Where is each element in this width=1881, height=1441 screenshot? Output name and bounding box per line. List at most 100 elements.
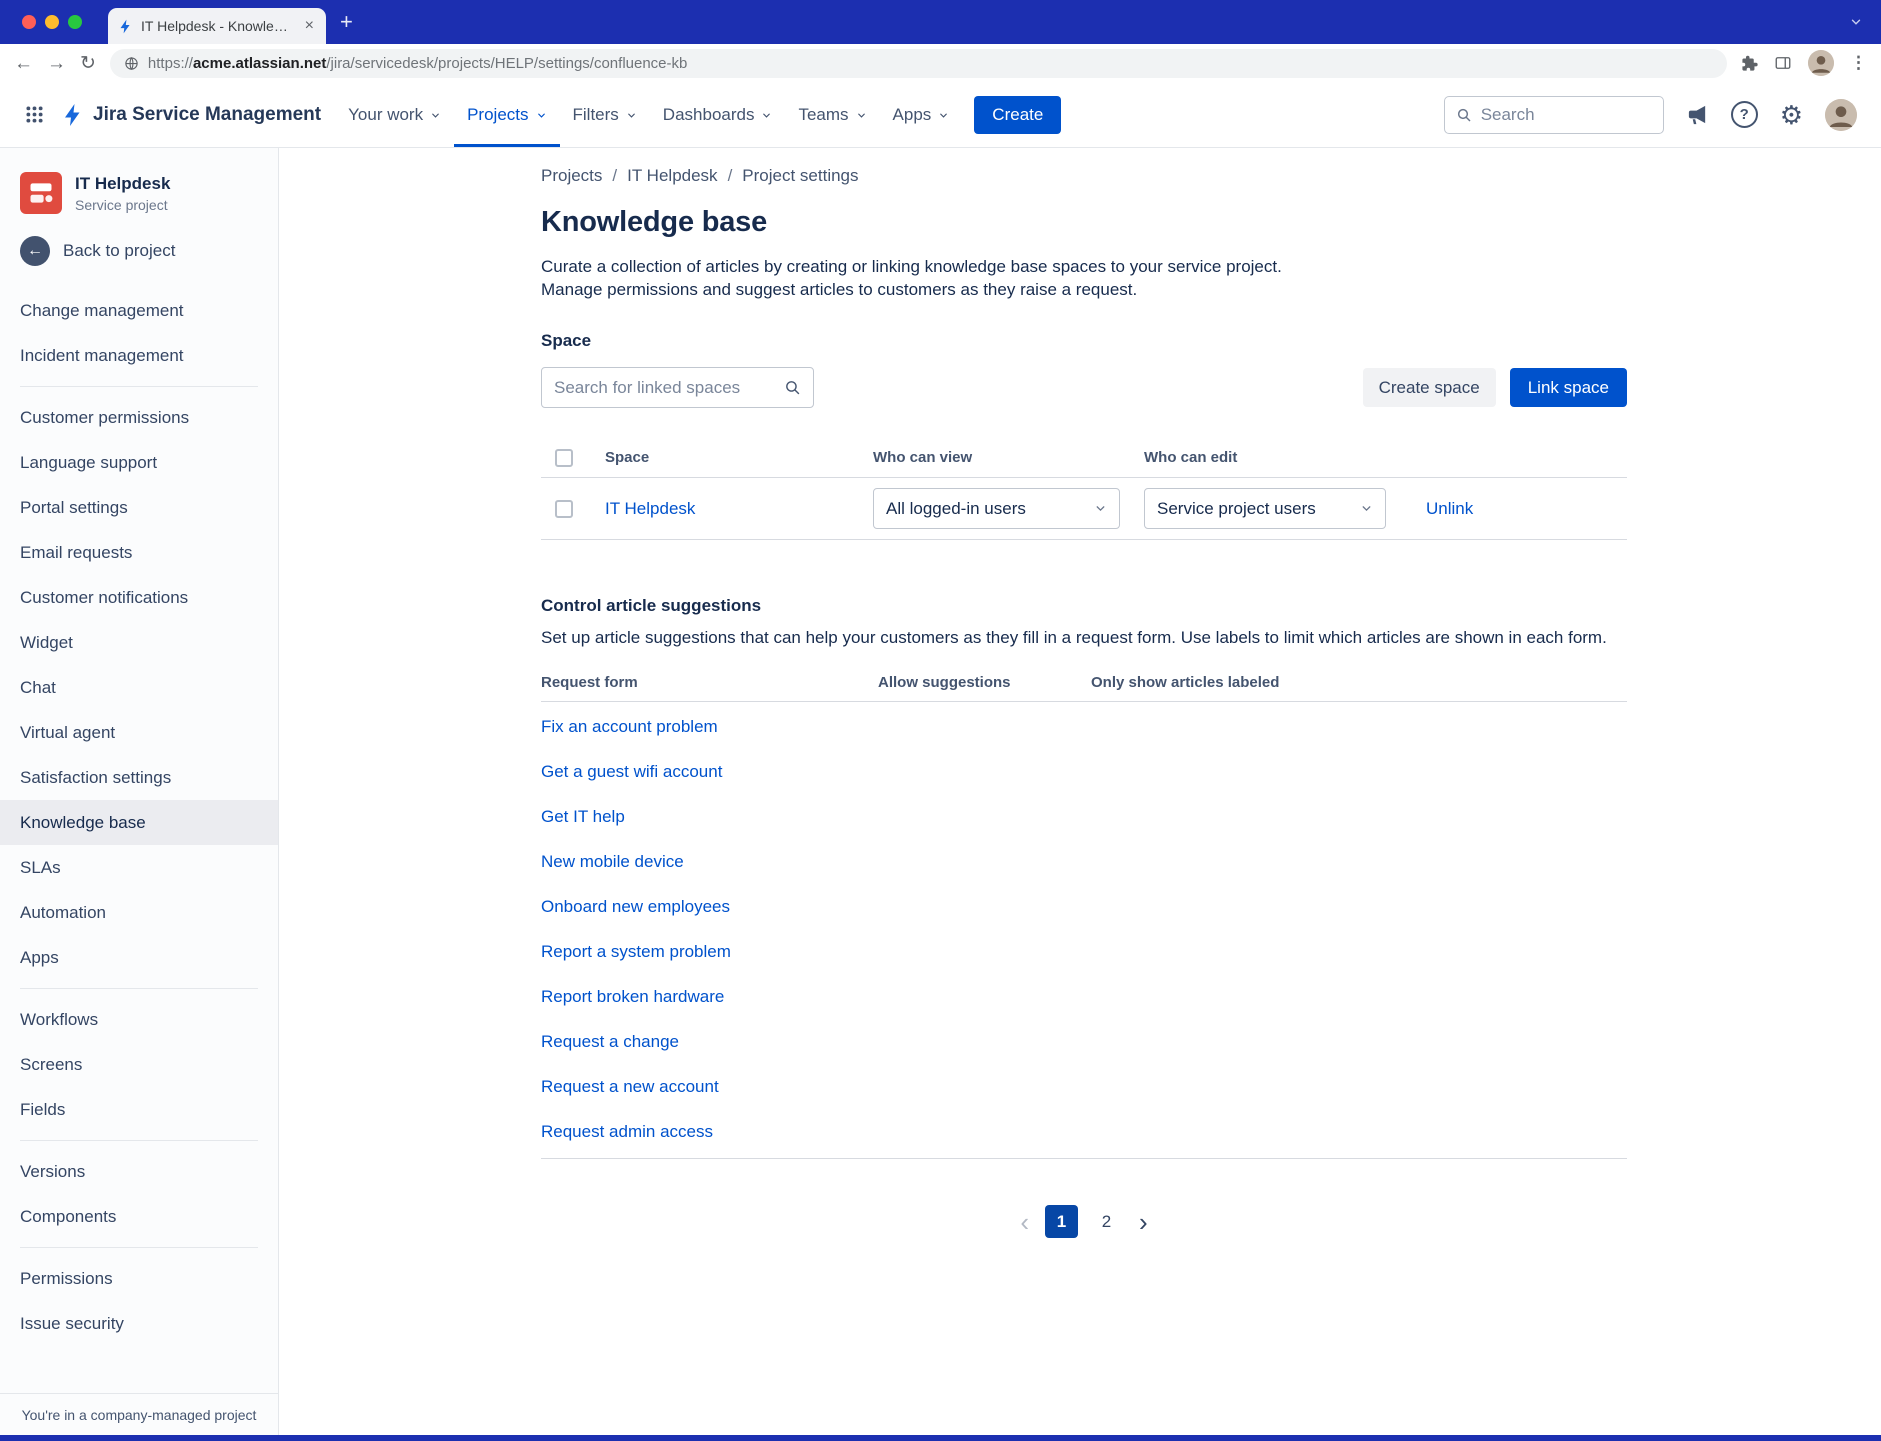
sidebar-item-widget[interactable]: Widget: [0, 620, 278, 665]
back-to-project-label: Back to project: [63, 241, 175, 261]
project-type: Service project: [75, 197, 170, 213]
create-space-button[interactable]: Create space: [1363, 368, 1496, 407]
tab-close-icon[interactable]: ×: [303, 18, 316, 34]
tab-search-chevron-icon[interactable]: [1849, 15, 1863, 29]
project-sidebar: IT Helpdesk Service project ← Back to pr…: [0, 148, 279, 1435]
page-2-button[interactable]: 2: [1090, 1205, 1123, 1238]
sidebar-item-knowledge-base[interactable]: Knowledge base: [0, 800, 278, 845]
linked-spaces-search[interactable]: [541, 367, 814, 408]
browser-forward-button[interactable]: →: [47, 54, 66, 73]
linked-spaces-search-input[interactable]: [554, 378, 776, 398]
sidebar-item-screens[interactable]: Screens: [0, 1042, 278, 1087]
sidebar-item-slas[interactable]: SLAs: [0, 845, 278, 890]
nav-filters[interactable]: Filters: [560, 82, 650, 147]
sidebar-item-customer-permissions[interactable]: Customer permissions: [0, 395, 278, 440]
suggestion-row: Fix an account problem ✓: [541, 704, 1627, 749]
browser-reload-button[interactable]: ↻: [80, 54, 96, 73]
create-button[interactable]: Create: [974, 96, 1061, 134]
request-form-link[interactable]: Get a guest wifi account: [541, 762, 722, 781]
request-form-link[interactable]: Report a system problem: [541, 942, 731, 961]
link-space-button[interactable]: Link space: [1510, 368, 1627, 407]
sidebar-item-issue-security[interactable]: Issue security: [0, 1301, 278, 1346]
request-form-link[interactable]: New mobile device: [541, 852, 684, 871]
sidebar-divider: [20, 988, 258, 989]
column-who-can-edit: Who can edit: [1144, 449, 1426, 466]
extension-icon[interactable]: [1741, 55, 1758, 72]
sidebar-item-chat[interactable]: Chat: [0, 665, 278, 710]
back-to-project[interactable]: ← Back to project: [0, 228, 278, 280]
user-avatar[interactable]: [1825, 99, 1857, 131]
browser-tab[interactable]: IT Helpdesk - Knowledge base ×: [108, 8, 326, 44]
window-zoom-button[interactable]: [68, 15, 82, 29]
sidebar-item-components[interactable]: Components: [0, 1194, 278, 1239]
suggestion-row: Get IT help ✓: [541, 794, 1627, 839]
sidebar-item-satisfaction-settings[interactable]: Satisfaction settings: [0, 755, 278, 800]
space-link[interactable]: IT Helpdesk: [605, 499, 695, 518]
search-icon: [784, 379, 801, 396]
sidebar-item-versions[interactable]: Versions: [0, 1149, 278, 1194]
who-can-edit-select[interactable]: Service project users: [1144, 488, 1386, 529]
breadcrumb-it-helpdesk[interactable]: IT Helpdesk: [627, 166, 717, 186]
browser-tab-strip: IT Helpdesk - Knowledge base × +: [0, 0, 1881, 44]
sidebar-item-change-management[interactable]: Change management: [0, 288, 278, 333]
sidebar-item-incident-management[interactable]: Incident management: [0, 333, 278, 378]
jira-logo[interactable]: Jira Service Management: [61, 103, 321, 127]
unlink-button[interactable]: Unlink: [1426, 499, 1627, 519]
site-info-icon[interactable]: [124, 56, 139, 71]
request-form-link[interactable]: Report broken hardware: [541, 987, 724, 1006]
sidebar-item-email-requests[interactable]: Email requests: [0, 530, 278, 575]
column-space: Space: [593, 449, 873, 466]
browser-back-button[interactable]: ←: [14, 54, 33, 73]
who-can-view-select[interactable]: All logged-in users: [873, 488, 1120, 529]
announcement-icon[interactable]: [1686, 103, 1709, 126]
window-close-button[interactable]: [22, 15, 36, 29]
sidebar-item-fields[interactable]: Fields: [0, 1087, 278, 1132]
request-form-link[interactable]: Request admin access: [541, 1122, 713, 1141]
gear-icon[interactable]: ⚙: [1780, 102, 1803, 128]
column-request-form: Request form: [541, 674, 878, 691]
breadcrumb-project-settings[interactable]: Project settings: [742, 166, 858, 186]
request-form-link[interactable]: Fix an account problem: [541, 717, 718, 736]
sidebar-item-portal-settings[interactable]: Portal settings: [0, 485, 278, 530]
nav-apps[interactable]: Apps: [880, 82, 963, 147]
new-tab-button[interactable]: +: [340, 11, 353, 33]
next-page-icon[interactable]: ›: [1135, 1209, 1152, 1235]
request-form-link[interactable]: Request a new account: [541, 1077, 719, 1096]
check-icon: ✓: [890, 988, 901, 1004]
sidebar-divider: [20, 386, 258, 387]
request-form-link[interactable]: Onboard new employees: [541, 897, 730, 916]
back-arrow-icon: ←: [20, 236, 50, 266]
nav-your-work[interactable]: Your work: [335, 82, 454, 147]
request-form-link[interactable]: Request a change: [541, 1032, 679, 1051]
suggestion-row: Onboard new employees ✓: [541, 884, 1627, 929]
sidebar-item-language-support[interactable]: Language support: [0, 440, 278, 485]
header-search[interactable]: [1444, 96, 1664, 134]
side-panel-icon[interactable]: [1774, 54, 1792, 72]
chevron-down-icon: [938, 110, 949, 121]
header-search-input[interactable]: [1481, 105, 1652, 125]
nav-teams[interactable]: Teams: [785, 82, 879, 147]
page-1-button[interactable]: 1: [1045, 1205, 1078, 1238]
select-all-checkbox[interactable]: [555, 449, 573, 467]
address-bar[interactable]: https://acme.atlassian.net/jira/serviced…: [110, 49, 1727, 78]
breadcrumb-separator: /: [728, 166, 733, 186]
breadcrumb-separator: /: [612, 166, 617, 186]
sidebar-item-permissions[interactable]: Permissions: [0, 1256, 278, 1301]
row-checkbox[interactable]: [555, 500, 573, 518]
browser-profile-avatar[interactable]: [1808, 50, 1834, 76]
sidebar-item-automation[interactable]: Automation: [0, 890, 278, 935]
nav-projects[interactable]: Projects: [454, 82, 559, 147]
sidebar-item-workflows[interactable]: Workflows: [0, 997, 278, 1042]
browser-menu-icon[interactable]: ⋮: [1850, 53, 1867, 73]
help-icon[interactable]: ?: [1731, 101, 1758, 128]
sidebar-item-virtual-agent[interactable]: Virtual agent: [0, 710, 278, 755]
sidebar-item-customer-notifications[interactable]: Customer notifications: [0, 575, 278, 620]
sidebar-item-apps[interactable]: Apps: [0, 935, 278, 980]
window-minimize-button[interactable]: [45, 15, 59, 29]
breadcrumb-projects[interactable]: Projects: [541, 166, 602, 186]
app-switcher-icon[interactable]: [24, 104, 45, 125]
check-icon: ✓: [890, 898, 901, 914]
nav-dashboards[interactable]: Dashboards: [650, 82, 786, 147]
jira-favicon-icon: [118, 19, 133, 34]
request-form-link[interactable]: Get IT help: [541, 807, 625, 826]
